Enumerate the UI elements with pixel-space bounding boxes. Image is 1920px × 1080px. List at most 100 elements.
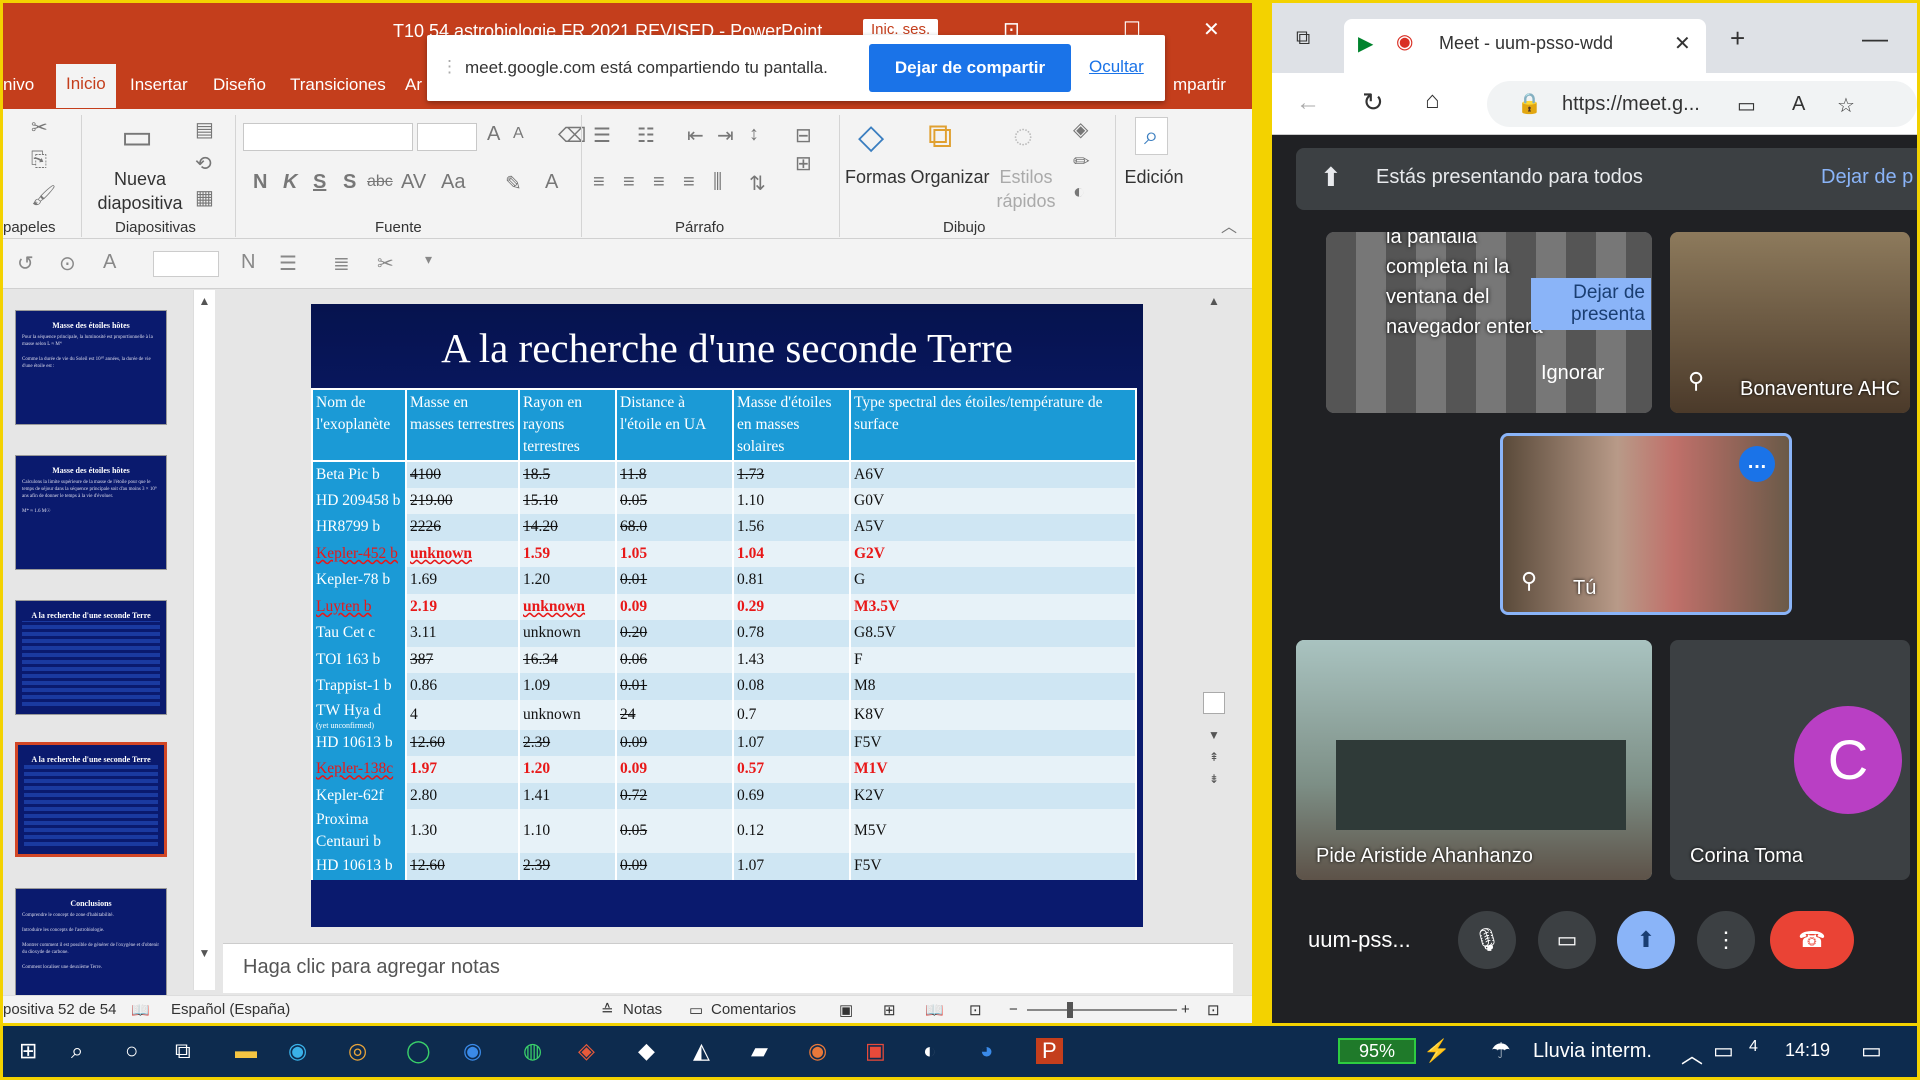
new-slide-icon[interactable]: ▭ — [121, 117, 153, 157]
app-icon[interactable]: ◆ — [638, 1038, 655, 1064]
quick-styles-button[interactable]: Estilos rápidos — [993, 165, 1059, 213]
stop-sharing-button[interactable]: Dejar de compartir — [869, 44, 1071, 92]
align-qat-icon[interactable]: ≣ — [333, 251, 350, 276]
change-case-button[interactable]: Aa — [441, 171, 465, 194]
zoom-out-icon[interactable]: − — [1009, 1001, 1018, 1018]
clear-format-icon[interactable]: ⌫ — [558, 123, 586, 148]
minimize-icon[interactable]: — — [1862, 23, 1888, 54]
camera-permission-icon[interactable]: ▭ — [1737, 93, 1756, 118]
meet-tray-icon[interactable]: ▭ — [1713, 1038, 1734, 1064]
home-icon[interactable]: ⌂ — [1425, 87, 1440, 115]
tile-participant[interactable]: ⚲ Bonaventure AHC — [1670, 232, 1910, 413]
strikethrough-button[interactable]: abc — [367, 173, 393, 191]
comments-button[interactable]: Comentarios — [711, 1001, 796, 1018]
firefox-icon[interactable]: ◉ — [808, 1038, 827, 1064]
thumbs-scrollbar[interactable]: ▲ ▼ — [193, 290, 215, 990]
windows-start-icon[interactable]: ⊞ — [19, 1038, 37, 1064]
powerpoint-icon[interactable]: P — [1036, 1038, 1063, 1064]
smartart-icon[interactable]: ⊞ — [795, 151, 812, 176]
zoom-in-icon[interactable]: + — [1181, 1001, 1190, 1018]
weather-text[interactable]: Lluvia interm. — [1533, 1040, 1652, 1063]
close-icon[interactable]: ✕ — [1203, 17, 1220, 42]
drag-handle-icon[interactable]: ⋮ — [441, 57, 458, 77]
thumbnail-slide[interactable]: A la recherche d'une seconde Terre — [15, 600, 167, 715]
spellcheck-icon[interactable]: 📖 — [131, 1001, 150, 1019]
tab-animaciones[interactable]: Ar — [405, 75, 422, 95]
layout-icon[interactable]: ▤ — [195, 117, 214, 142]
font-color-button[interactable]: A — [545, 171, 558, 194]
copy-icon[interactable]: ⎘ — [31, 149, 47, 172]
shadow-button[interactable]: S — [343, 171, 356, 194]
teams-icon[interactable]: ◉ — [463, 1038, 482, 1064]
slide-scrollbar[interactable]: ▲ ▼ ⇞ ⇟ — [1203, 290, 1225, 810]
tile-self[interactable]: … ⚲ Tú — [1500, 433, 1792, 615]
font-size-box[interactable] — [417, 123, 477, 151]
editing-button[interactable]: Edición — [1119, 165, 1189, 189]
more-options-icon[interactable]: … — [1739, 446, 1775, 482]
spacing-button[interactable]: AV — [401, 171, 426, 194]
italic-button[interactable]: K — [283, 171, 297, 194]
tile-participant[interactable]: Pide Aristide Ahanhanzo — [1296, 640, 1652, 880]
app-icon[interactable]: ▰ — [751, 1038, 768, 1064]
indent-decrease-icon[interactable]: ⇤ — [687, 123, 704, 148]
undo-icon[interactable]: ↺ — [17, 251, 34, 276]
tab-diseno[interactable]: Diseño — [213, 75, 266, 95]
stop-presenting-link[interactable]: Dejar de p — [1821, 166, 1913, 189]
thumbnail-slide[interactable]: Conclusions Comprendre le concept de zone… — [15, 888, 167, 1003]
text-direction-icon[interactable]: ⇅ — [749, 171, 766, 196]
zoom-slider[interactable] — [1027, 1002, 1177, 1018]
shrink-font-icon[interactable]: A — [513, 125, 524, 143]
bullets-qat-icon[interactable]: ☰ — [279, 251, 297, 276]
quick-styles-icon[interactable]: ◌ — [1013, 117, 1033, 156]
thumbnail-slide[interactable]: Masse des étoiles hôtes Pour la séquence … — [15, 310, 167, 425]
underline-button[interactable]: S — [313, 171, 326, 194]
grow-font-icon[interactable]: A — [487, 123, 500, 146]
back-icon[interactable]: ← — [1296, 89, 1320, 117]
reset-icon[interactable]: ⟲ — [195, 151, 212, 176]
shapes-button[interactable]: Formas — [843, 165, 908, 189]
cortana-icon[interactable]: ○ — [125, 1038, 138, 1064]
align-right-icon[interactable]: ≡ — [653, 171, 665, 194]
weather-icon[interactable]: ☂ — [1491, 1038, 1511, 1064]
notes-pane[interactable]: Haga clic para agregar notas — [223, 943, 1233, 993]
bold-button[interactable]: N — [253, 171, 267, 194]
more-options-button[interactable]: ⋮ — [1697, 911, 1755, 969]
sorter-view-icon[interactable]: ⊞ — [883, 1001, 896, 1019]
cut-icon[interactable]: ✂ — [31, 115, 48, 140]
app-icon[interactable]: ◕ — [980, 1038, 993, 1064]
favorite-icon[interactable]: ☆ — [1837, 93, 1855, 118]
align-center-icon[interactable]: ≡ — [623, 171, 635, 194]
text-align-icon[interactable]: ⊟ — [795, 123, 812, 148]
indent-increase-icon[interactable]: ⇥ — [717, 123, 734, 148]
arrange-button[interactable]: Organizar — [909, 165, 991, 189]
tray-chevron-icon[interactable]: ︿ — [1681, 1038, 1703, 1070]
search-icon[interactable]: ⌕ — [71, 1038, 83, 1064]
present-button[interactable]: ⬆ — [1617, 911, 1675, 969]
new-tab-icon[interactable]: + — [1730, 23, 1745, 54]
whatsapp-icon[interactable]: ◯ — [406, 1038, 431, 1064]
tab-inicio[interactable]: Inicio — [56, 64, 116, 108]
line-spacing-icon[interactable]: ↕ — [749, 123, 759, 146]
shapes-icon[interactable]: ◇ — [858, 117, 884, 157]
read-aloud-icon[interactable]: A — [1792, 93, 1805, 116]
leave-call-button[interactable]: ☎ — [1770, 911, 1854, 969]
outline-icon[interactable]: ✏ — [1073, 149, 1090, 174]
tab-compartir[interactable]: mpartir — [1173, 75, 1226, 95]
new-slide-button[interactable]: Nueva diapositiva — [85, 167, 195, 215]
camera-button[interactable]: ▭ — [1538, 911, 1596, 969]
language-label[interactable]: Español (España) — [171, 1001, 290, 1018]
fill-icon[interactable]: ◈ — [1073, 117, 1088, 142]
close-tab-icon[interactable]: ✕ — [1674, 31, 1691, 56]
notes-icon[interactable]: ≙ — [601, 1001, 614, 1019]
cut-qat-icon[interactable]: ✂ — [377, 251, 394, 276]
fit-slide-icon[interactable]: ⊡ — [1207, 1001, 1220, 1019]
power-plug-icon[interactable]: ⚡ — [1423, 1038, 1450, 1064]
app-icon[interactable]: ◐ — [923, 1038, 936, 1064]
mic-button[interactable]: 🎙 — [1458, 911, 1516, 969]
normal-view-icon[interactable]: ▣ — [839, 1001, 853, 1019]
font-name-box[interactable] — [243, 123, 413, 151]
font-a-icon[interactable]: A — [103, 251, 116, 274]
tab-transiciones[interactable]: Transiciones — [290, 75, 386, 95]
tile-participant[interactable]: C Corina Toma — [1670, 640, 1910, 880]
reload-icon[interactable]: ↻ — [1362, 87, 1384, 118]
